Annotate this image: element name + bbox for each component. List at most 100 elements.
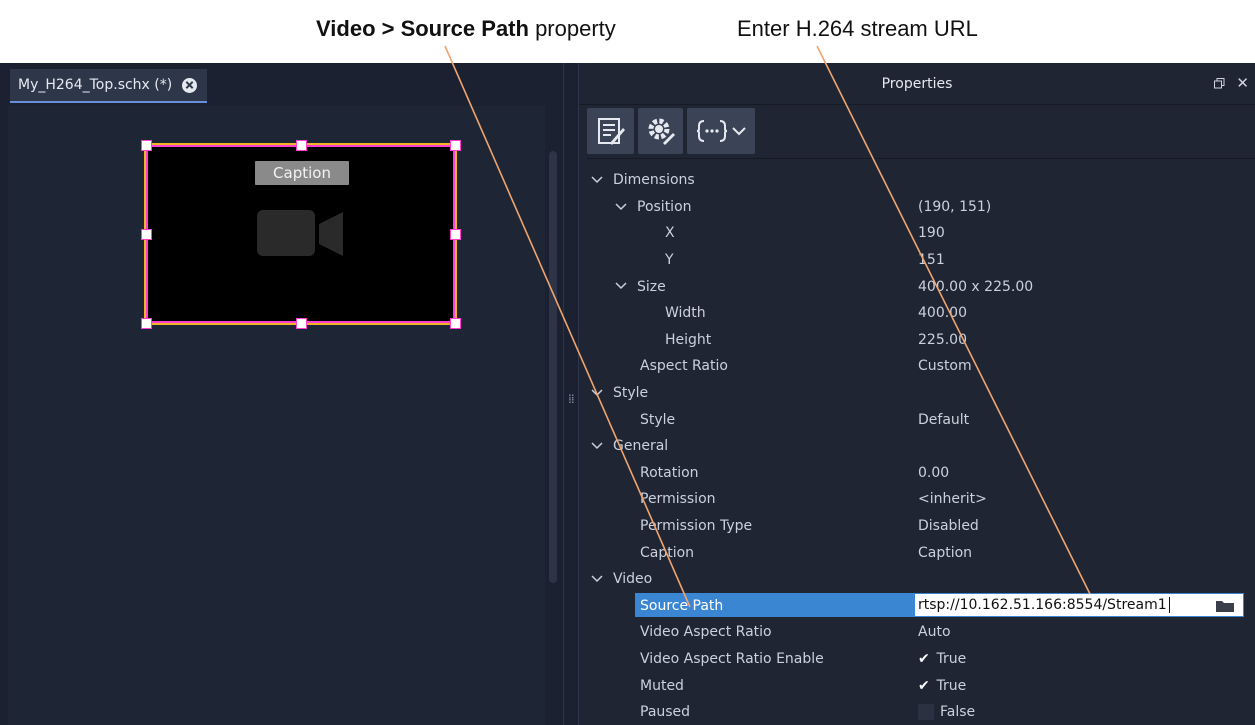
gear-edit-icon bbox=[648, 118, 675, 145]
callout-enter-url: Enter H.264 stream URL bbox=[737, 16, 978, 41]
property-row[interactable]: Paused False bbox=[579, 699, 1255, 725]
property-row[interactable]: Y 151 bbox=[579, 247, 1255, 274]
property-row[interactable]: Style bbox=[579, 380, 1255, 407]
schematic-editor: My_H264_Top.schx (*) Caption bbox=[0, 63, 563, 725]
folder-icon[interactable] bbox=[1215, 599, 1235, 613]
property-row[interactable]: Permission <inherit> bbox=[579, 486, 1255, 513]
property-value-text: Caption bbox=[918, 544, 973, 561]
property-value[interactable]: Disabled bbox=[918, 518, 979, 534]
property-label: Video bbox=[613, 571, 653, 588]
property-label: General bbox=[613, 438, 669, 455]
property-value[interactable]: False bbox=[918, 704, 975, 721]
restore-window-icon[interactable] bbox=[1214, 78, 1225, 89]
settings-button[interactable] bbox=[638, 108, 683, 154]
property-row[interactable]: Source Path rtsp://10.162.51.166:8554/Str… bbox=[579, 592, 1255, 620]
property-row[interactable]: Caption Caption bbox=[579, 539, 1255, 566]
panel-splitter[interactable]: ⁞⁞ bbox=[563, 63, 579, 725]
checkmark-icon[interactable]: ✔ bbox=[918, 651, 932, 667]
checkmark-icon[interactable]: ✔ bbox=[918, 678, 932, 694]
chevron-down-icon[interactable] bbox=[591, 573, 603, 585]
video-camera-icon bbox=[257, 210, 343, 256]
property-row[interactable]: Height 225.00 bbox=[579, 327, 1255, 354]
property-label: Size bbox=[637, 278, 666, 295]
property-label: Video Aspect Ratio bbox=[640, 624, 772, 641]
property-value[interactable]: Caption bbox=[918, 545, 972, 561]
property-row[interactable]: Permission Type Disabled bbox=[579, 513, 1255, 540]
resize-handle-middle-left[interactable] bbox=[141, 229, 152, 240]
property-value[interactable]: Auto bbox=[918, 624, 951, 640]
property-label: Muted bbox=[640, 677, 684, 694]
chevron-down-icon[interactable] bbox=[615, 201, 627, 213]
property-value-text: True bbox=[936, 677, 967, 694]
property-label: Aspect Ratio bbox=[640, 358, 728, 375]
resize-handle-bottom-middle[interactable] bbox=[296, 318, 307, 329]
property-grid: Dimensions Position (190, 151) X 190 Y 151 Size… bbox=[579, 167, 1255, 725]
video-widget[interactable]: Caption bbox=[146, 145, 455, 323]
property-label: Dimensions bbox=[613, 172, 695, 189]
property-value-text: Disabled bbox=[918, 518, 979, 535]
edit-properties-button[interactable] bbox=[587, 108, 634, 154]
close-circle-icon[interactable] bbox=[182, 77, 198, 93]
property-row[interactable]: Dimensions bbox=[579, 167, 1255, 194]
property-label: Rotation bbox=[640, 464, 699, 481]
document-tab-title: My_H264_Top.schx (*) bbox=[18, 77, 173, 93]
property-row[interactable]: X 190 bbox=[579, 220, 1255, 247]
checkbox-unchecked[interactable] bbox=[918, 704, 934, 721]
properties-panel: Properties ✕ Dimensions Position (190, 1… bbox=[579, 63, 1255, 725]
application-window: My_H264_Top.schx (*) Caption ⁞⁞ Properti… bbox=[0, 63, 1255, 725]
property-value[interactable]: 0.00 bbox=[918, 465, 949, 481]
property-row[interactable]: Size 400.00 x 225.00 bbox=[579, 273, 1255, 300]
property-row[interactable]: Width 400.00 bbox=[579, 300, 1255, 327]
property-row[interactable]: Aspect Ratio Custom bbox=[579, 353, 1255, 380]
property-value[interactable]: Default bbox=[918, 412, 969, 428]
property-value[interactable]: Custom bbox=[918, 358, 972, 374]
property-value[interactable]: (190, 151) bbox=[918, 199, 991, 215]
resize-handle-middle-right[interactable] bbox=[450, 229, 461, 240]
property-value[interactable]: <inherit> bbox=[918, 491, 987, 507]
resize-handle-bottom-right[interactable] bbox=[450, 318, 461, 329]
chevron-down-icon[interactable] bbox=[615, 280, 627, 292]
property-value[interactable]: ✔ True bbox=[918, 678, 966, 694]
property-label: Position bbox=[637, 198, 692, 215]
document-tab[interactable]: My_H264_Top.schx (*) bbox=[10, 69, 208, 103]
property-value[interactable]: 225.00 bbox=[918, 332, 967, 348]
property-row[interactable]: Position (190, 151) bbox=[579, 194, 1255, 221]
property-value[interactable]: 151 bbox=[918, 252, 945, 268]
property-row[interactable]: Style Default bbox=[579, 406, 1255, 433]
source-path-input[interactable]: rtsp://10.162.51.166:8554/Stream1 bbox=[914, 592, 1244, 617]
property-value-text: Custom bbox=[918, 358, 972, 375]
property-label: Video Aspect Ratio Enable bbox=[640, 650, 824, 667]
property-row[interactable]: General bbox=[579, 433, 1255, 460]
property-row[interactable]: Video Aspect Ratio Auto bbox=[579, 619, 1255, 646]
property-value-text: 151 bbox=[918, 252, 945, 269]
property-value[interactable]: 400.00 bbox=[918, 305, 967, 321]
resize-handle-top-left[interactable] bbox=[141, 140, 152, 151]
callout-source-path-rest: property bbox=[528, 16, 616, 41]
property-row[interactable]: Muted ✔ True bbox=[579, 672, 1255, 699]
properties-title: Properties bbox=[881, 75, 953, 92]
toolbar-divider bbox=[587, 158, 1255, 159]
property-label: Source Path bbox=[640, 597, 724, 614]
property-row[interactable]: Video bbox=[579, 566, 1255, 593]
property-value[interactable]: 400.00 x 225.00 bbox=[918, 279, 1033, 295]
property-value-text: True bbox=[936, 650, 967, 667]
close-icon[interactable]: ✕ bbox=[1236, 74, 1249, 92]
vertical-scrollbar[interactable] bbox=[549, 151, 557, 583]
resize-handle-top-middle[interactable] bbox=[296, 140, 307, 151]
properties-header: Properties ✕ bbox=[579, 63, 1255, 105]
resize-handle-bottom-left[interactable] bbox=[141, 318, 152, 329]
chevron-down-icon[interactable] bbox=[591, 440, 603, 452]
script-dropdown-button[interactable] bbox=[687, 108, 755, 154]
resize-handle-top-right[interactable] bbox=[450, 140, 461, 151]
property-row[interactable]: Rotation 0.00 bbox=[579, 460, 1255, 487]
edit-document-icon bbox=[597, 118, 625, 145]
chevron-down-icon[interactable] bbox=[591, 387, 603, 399]
braces-script-icon bbox=[696, 120, 728, 142]
property-label: Paused bbox=[640, 704, 691, 721]
chevron-down-icon[interactable] bbox=[591, 174, 603, 186]
property-label: X bbox=[665, 225, 675, 242]
property-row[interactable]: Video Aspect Ratio Enable ✔ True bbox=[579, 646, 1255, 673]
chevron-down-icon bbox=[732, 127, 746, 136]
property-value[interactable]: ✔ True bbox=[918, 651, 966, 667]
property-value[interactable]: 190 bbox=[918, 225, 945, 241]
